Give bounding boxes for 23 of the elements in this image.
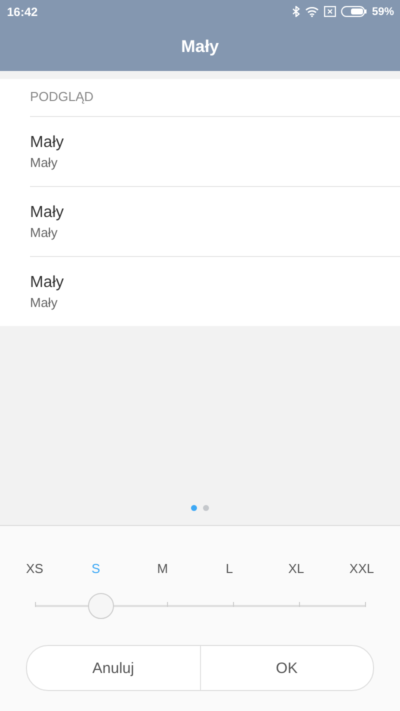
status-time: 16:42 (7, 4, 38, 18)
size-label[interactable]: XXL (346, 561, 374, 576)
preview-header: PODGLĄD (30, 79, 400, 117)
preview-title: Mały (30, 204, 65, 222)
preview-subtitle: Mały (30, 294, 58, 310)
screen-title: Mały (180, 37, 220, 57)
preview-subtitle: Mały (30, 154, 58, 170)
preview-title: Mały (30, 134, 65, 152)
size-label[interactable]: M (146, 561, 180, 576)
slider-thumb[interactable] (88, 593, 114, 619)
size-label[interactable]: XS (26, 561, 46, 576)
size-label[interactable]: XL (279, 561, 314, 576)
dialog-button[interactable]: Anuluj (27, 646, 200, 690)
dialog-button[interactable]: OK (200, 646, 373, 690)
preview-title: Mały (30, 274, 65, 292)
size-slider[interactable] (35, 592, 365, 620)
preview-subtitle: Mały (30, 224, 58, 240)
battery-icon (340, 6, 367, 17)
size-label[interactable]: L (212, 561, 246, 576)
battery-percent: 59% (372, 6, 394, 18)
bluetooth-icon (292, 6, 300, 17)
no-sim-icon (324, 6, 336, 17)
wifi-icon (304, 6, 319, 17)
